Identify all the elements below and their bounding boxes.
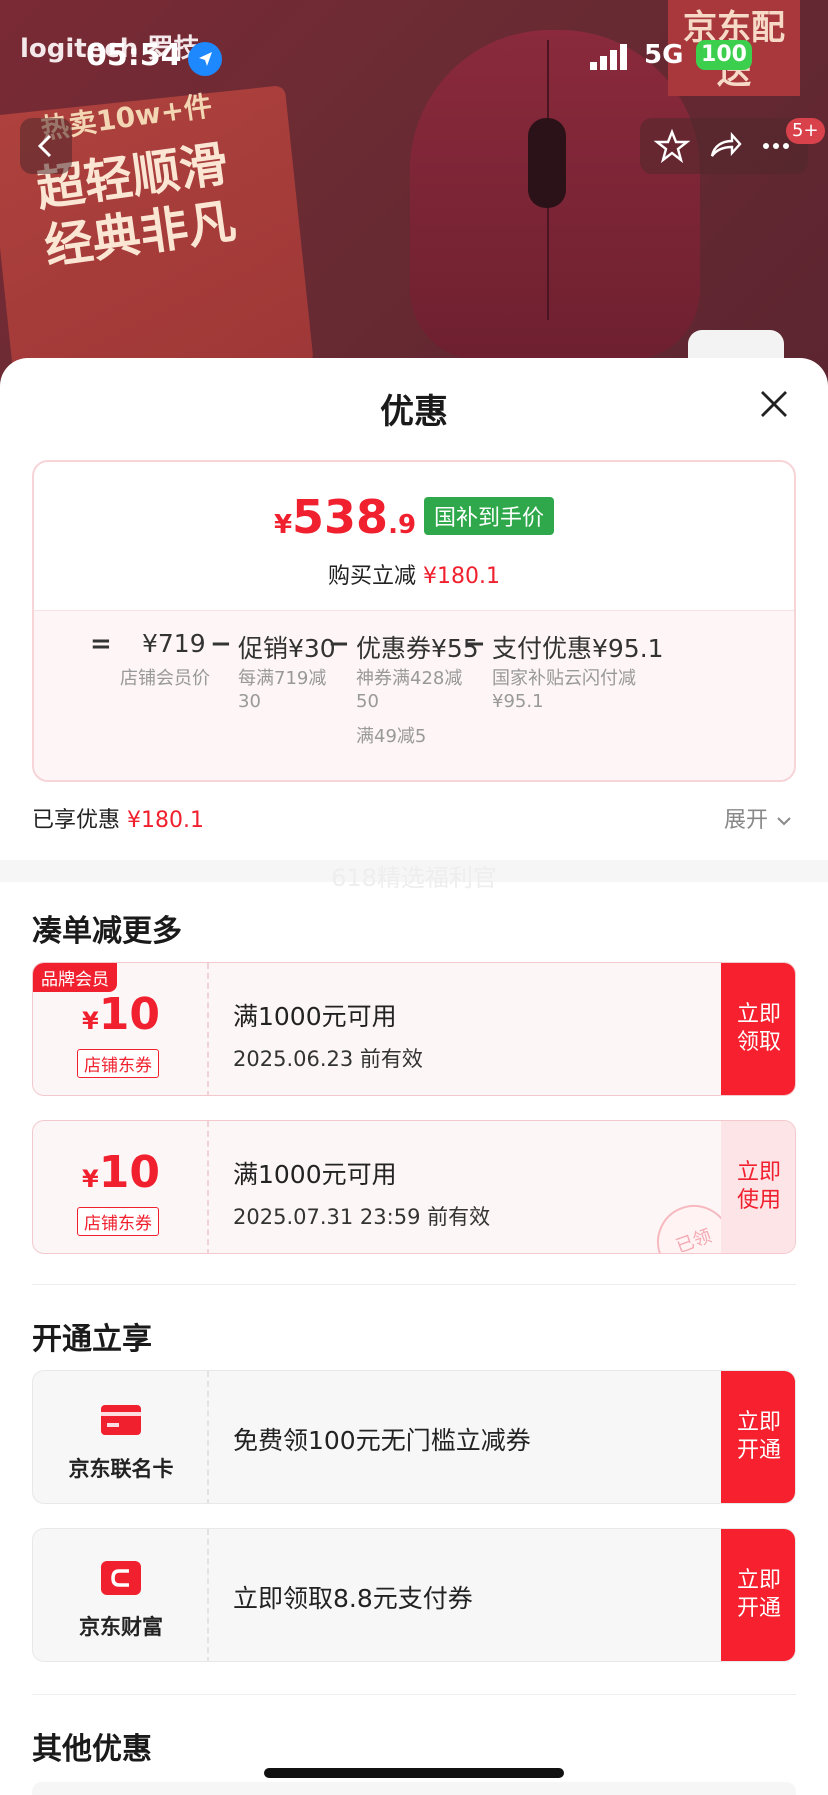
service-name: 京东财富: [79, 1615, 163, 1639]
coupon-discount-rule-1: 神券满428减50: [356, 668, 463, 712]
claim-coupon-button[interactable]: 立即 领取: [721, 963, 795, 1095]
coupon-card: ¥10 店铺东券 品牌会员 满1000元可用 2025.06.23 前有效 立即…: [32, 962, 796, 1096]
minus-sign: −: [328, 629, 350, 659]
instant-discount-row: 购买立减 ¥180.1: [328, 564, 500, 589]
service-card-jd-card: 京东联名卡 免费领100元无门槛立减券 立即 开通: [32, 1370, 796, 1504]
payment-discount-rule: 国家补贴云闪付减¥95.1: [492, 668, 636, 712]
expand-button[interactable]: 展开: [724, 802, 793, 834]
discount-sheet: 优惠 ¥538.9 国补到手价 购买立减 ¥180.1 = ¥719 店铺会员价 …: [0, 358, 828, 1795]
price-breakdown: = ¥719 店铺会员价 − 促销¥30 每满719减30 − 优惠券¥55 神…: [34, 610, 794, 780]
status-bar: 05:54 5G 100: [0, 0, 828, 110]
service-card-jd-finance: 京东财富 立即领取8.8元支付券 立即 开通: [32, 1528, 796, 1662]
member-ribbon: 品牌会员: [33, 963, 117, 992]
section-divider-line: [32, 1694, 796, 1695]
payment-discount: 支付优惠¥95.1: [492, 634, 664, 663]
battery-indicator: 100: [696, 40, 752, 70]
member-price: ¥719: [142, 629, 206, 658]
coupon-discount-rule-2: 满49减5: [356, 726, 427, 747]
status-time: 05:54: [86, 38, 182, 73]
equals-sign: =: [90, 629, 112, 659]
service-name: 京东联名卡: [68, 1457, 174, 1481]
activate-jd-finance-button[interactable]: 立即 开通: [721, 1529, 795, 1661]
wallet-icon: [101, 1561, 141, 1595]
top-action-bar: [640, 118, 808, 174]
chevron-left-icon: [37, 134, 52, 158]
sheet-title: 优惠: [380, 392, 448, 432]
coupon-type-tag: 店铺东券: [77, 1207, 159, 1236]
price-summary-card: ¥538.9 国补到手价 购买立减 ¥180.1 = ¥719 店铺会员价 − 促…: [32, 460, 796, 782]
final-price-row: ¥538.9 国补到手价: [34, 490, 794, 544]
use-coupon-button[interactable]: 立即 使用: [721, 1121, 795, 1253]
activate-jd-card-button[interactable]: 立即 开通: [721, 1371, 795, 1503]
service-description: 免费领100元无门槛立减券: [233, 1426, 531, 1455]
coupon-validity: 2025.06.23 前有效: [233, 1047, 423, 1071]
coupon-amount: ¥10: [82, 989, 160, 1040]
signal-icon: [590, 44, 627, 70]
coupon-discount: 优惠券¥55: [356, 634, 479, 663]
chevron-down-icon: [777, 817, 791, 826]
coupon-condition: 满1000元可用: [233, 1002, 397, 1031]
coupon-value-area: ¥10 店铺东券: [33, 1121, 209, 1253]
final-price: ¥538.9: [273, 490, 417, 544]
watermark-label: 618精选福利官: [331, 864, 497, 892]
service-description: 立即领取8.8元支付券: [233, 1584, 473, 1613]
minus-sign: −: [464, 629, 486, 659]
location-arrow-icon: [188, 42, 222, 76]
back-button[interactable]: [20, 118, 72, 174]
coupon-validity: 2025.07.31 23:59 前有效: [233, 1205, 491, 1229]
coupon-condition: 满1000元可用: [233, 1160, 397, 1189]
section-title-more-savings: 凑单减更多: [32, 914, 182, 949]
minus-sign: −: [210, 629, 232, 659]
star-icon[interactable]: [654, 128, 690, 164]
credit-card-icon: [101, 1405, 141, 1435]
promo-discount-rule: 每满719减30: [238, 668, 327, 712]
close-icon[interactable]: [756, 386, 792, 422]
message-count-badge: 5+: [786, 118, 825, 144]
enjoyed-discount: 已享优惠 ¥180.1: [32, 808, 204, 833]
service-brand-area: 京东联名卡: [33, 1371, 209, 1503]
coupon-amount: ¥10: [82, 1147, 160, 1198]
section-divider-line: [32, 1284, 796, 1285]
service-brand-area: 京东财富: [33, 1529, 209, 1661]
network-type: 5G: [644, 40, 684, 70]
promo-discount: 促销¥30: [238, 634, 336, 663]
member-price-label: 店铺会员价: [120, 668, 210, 689]
section-title-other-offers: 其他优惠: [32, 1732, 152, 1767]
gov-subsidy-tag: 国补到手价: [424, 497, 555, 535]
home-indicator: [264, 1768, 564, 1778]
share-icon[interactable]: [706, 128, 742, 164]
coupon-card: ¥10 店铺东券 满1000元可用 2025.07.31 23:59 前有效 已…: [32, 1120, 796, 1254]
coupon-type-tag: 店铺东券: [77, 1049, 159, 1078]
section-title-open-benefits: 开通立享: [32, 1322, 152, 1357]
other-offers-card: [32, 1782, 796, 1795]
mouse-wheel: [528, 118, 566, 208]
